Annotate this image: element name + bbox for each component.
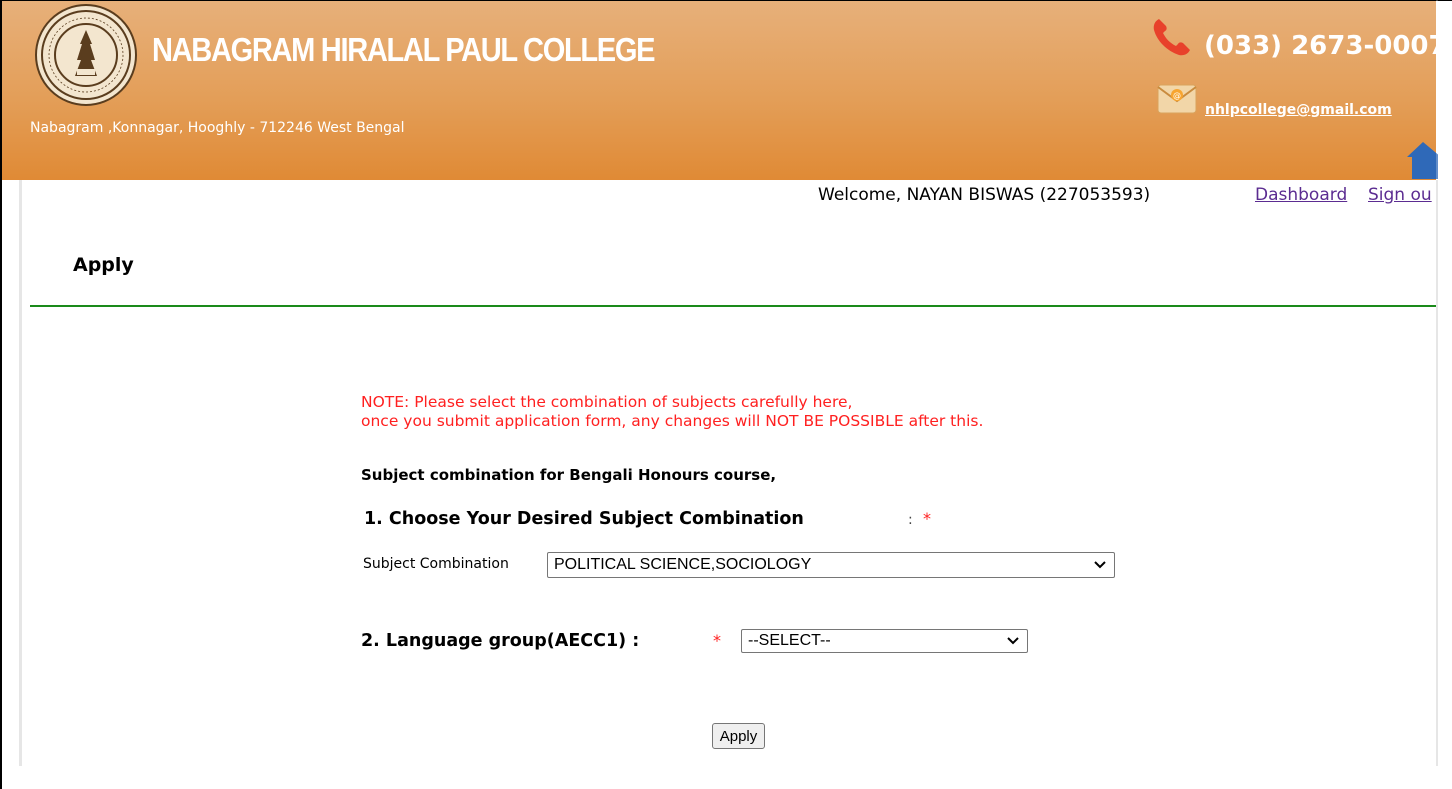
college-seal-logo: [35, 4, 137, 106]
college-name: NABAGRAM HIRALAL PAUL COLLEGE: [152, 31, 656, 68]
page-title: Apply: [73, 254, 134, 276]
subject-combination-select[interactable]: POLITICAL SCIENCE,SOCIOLOGY: [547, 552, 1115, 578]
mail-icon: @: [1157, 81, 1197, 119]
question-1-separator: :: [908, 512, 913, 528]
site-header: NABAGRAM HIRALAL PAUL COLLEGE Nabagram ,…: [2, 1, 1447, 183]
home-icon[interactable]: [1407, 139, 1441, 183]
college-seal-graphic: [41, 10, 131, 100]
apply-button[interactable]: Apply: [712, 723, 765, 749]
question-2-required-mark: *: [713, 631, 721, 650]
language-group-value: --SELECT--: [748, 632, 831, 649]
question-2-label: 2. Language group(AECC1) :: [361, 631, 640, 651]
dashboard-link[interactable]: Dashboard: [1255, 185, 1347, 205]
warning-note: NOTE: Please select the combination of s…: [361, 393, 983, 431]
subject-combination-label: Subject Combination: [363, 556, 509, 572]
chevron-down-icon: [1007, 632, 1019, 650]
svg-text:@: @: [1173, 91, 1181, 100]
sign-out-link[interactable]: Sign ou: [1368, 185, 1432, 205]
title-divider: [30, 305, 1436, 307]
combination-heading: Subject combination for Bengali Honours …: [361, 466, 777, 484]
question-1-required-mark: *: [923, 509, 931, 528]
question-1-label: 1. Choose Your Desired Subject Combinati…: [364, 509, 804, 529]
content-right-border: [1436, 180, 1438, 766]
header-right-edge: [1436, 0, 1438, 180]
content-left-border: [19, 180, 22, 766]
language-group-select[interactable]: --SELECT--: [741, 629, 1028, 653]
warning-note-line-2: once you submit application form, any ch…: [361, 412, 984, 430]
warning-note-line-1: NOTE: Please select the combination of s…: [361, 393, 853, 411]
chevron-down-icon: [1094, 556, 1106, 574]
email-link[interactable]: nhlpcollege@gmail.com: [1205, 102, 1392, 118]
subject-combination-value: POLITICAL SCIENCE,SOCIOLOGY: [554, 556, 812, 573]
college-address: Nabagram ,Konnagar, Hooghly - 712246 Wes…: [30, 120, 405, 136]
phone-number: (033) 2673-0007: [1204, 31, 1447, 61]
phone-icon: [1150, 15, 1194, 63]
welcome-text: Welcome, NAYAN BISWAS (227053593): [818, 185, 1151, 205]
